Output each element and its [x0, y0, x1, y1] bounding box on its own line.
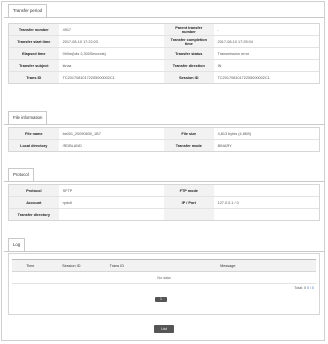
total-count: Total: 0 0 / 0 — [294, 286, 314, 290]
column-header: Time — [12, 259, 49, 272]
tab-file-information[interactable]: File information — [8, 111, 48, 124]
field-value: bs001_20090830_1B7 — [58, 128, 164, 140]
divider — [4, 181, 324, 182]
field-value: 0h0m(lots 2,300Seconds) — [58, 47, 164, 60]
field-label: Local directory — [9, 139, 59, 151]
info-row: Transfer subject kinaz Transfer direction I… — [9, 59, 319, 72]
field-value: BINARY — [217, 143, 232, 148]
field-value: kinaz — [58, 59, 164, 72]
info-row: Transfer number 4917 Parent transfer numbe… — [9, 24, 319, 36]
field-value: rpdctl — [58, 196, 164, 209]
field-value: TC20170810172205000002C1 — [217, 75, 270, 80]
tab-transfer-period[interactable]: Transfer period — [8, 4, 47, 17]
log-table: Time Session ID Trans ID Message No data — [12, 259, 316, 284]
protocol-panel: Protocol SFTP FTP mode Account rpdctl IP / Po… — [8, 184, 320, 221]
field-value: 127.0.0.1 / 0 — [213, 196, 319, 209]
field-label — [163, 208, 214, 220]
field-label: Transfer subject — [9, 59, 59, 72]
list-button[interactable]: List — [154, 325, 174, 333]
field-label: Transfer direction — [163, 59, 214, 72]
field-label: Protocol — [9, 185, 59, 197]
field-value: 2017-08-10 17:25:04 — [213, 35, 319, 48]
file-information-panel: File name bs001_20090830_1B7 File size 4,81… — [8, 127, 320, 152]
divider — [4, 251, 324, 252]
field-label: Trans ID — [9, 71, 59, 83]
column-header: Trans ID — [94, 259, 140, 272]
field-label: Session ID — [163, 71, 214, 83]
divider — [4, 17, 324, 18]
field-label: Transfer directory — [9, 208, 59, 220]
field-value: 4917 — [58, 24, 164, 36]
transfer-period-panel: Transfer number 4917 Parent transfer numbe… — [8, 23, 320, 84]
field-label: Transfer number — [9, 24, 59, 36]
field-label: File name — [9, 128, 59, 140]
field-value — [59, 209, 164, 221]
column-header: Message — [139, 259, 316, 272]
field-value: /RDBLAND — [62, 143, 82, 148]
info-row: Local directory/RDBLAND Transfer mode BINA… — [9, 139, 319, 151]
field-label: Parent transfer number — [163, 24, 214, 36]
field-value: SFTP — [58, 185, 164, 197]
field-label: FTP mode — [163, 185, 214, 197]
info-row: Account rpdctl IP / Port 127.0.0.1 / 0 — [9, 196, 319, 209]
field-value: 4,813 bytes (4.8KB) — [213, 128, 319, 140]
field-value: IN — [213, 59, 319, 72]
field-label: Transfer completion time — [163, 35, 214, 48]
tab-protocol[interactable]: Protocol — [8, 168, 34, 181]
field-value — [213, 185, 319, 197]
total-value: 0 / 0 — [307, 286, 314, 290]
tab-log[interactable]: Log — [8, 238, 26, 251]
info-row: File name bs001_20090830_1B7 File size 4,81… — [9, 128, 319, 140]
field-value: TC20170810172205000002C1 — [62, 75, 115, 80]
pager-button[interactable]: 1 — [155, 297, 167, 302]
field-label: File size — [163, 128, 214, 140]
info-row: Transfer start time 2017-08-10 17:22:03 Tr… — [9, 35, 319, 48]
field-label: Transfer status — [163, 47, 214, 60]
field-value: - — [213, 24, 319, 36]
info-row: Elapsed time 0h0m(lots 2,300Seconds) Trans… — [9, 47, 319, 60]
total-label: Total: 0 — [294, 286, 306, 290]
info-row: Protocol SFTP FTP mode — [9, 185, 319, 197]
divider — [4, 124, 324, 125]
field-label: IP / Port — [163, 196, 214, 209]
field-label: Account — [9, 196, 59, 209]
column-header: Session ID — [48, 259, 95, 272]
field-label: Transfer mode — [163, 139, 214, 151]
pager-label: 1 — [160, 297, 162, 301]
field-value: Transmission error — [213, 47, 319, 60]
field-label: Transfer start time — [9, 35, 59, 48]
field-value: 2017-08-10 17:22:03 — [58, 35, 164, 48]
field-value — [214, 209, 319, 221]
info-row: Trans ID TC20170810172205000002C1 Session … — [9, 71, 319, 83]
log-empty-text: No data — [12, 271, 316, 284]
info-row: Transfer directory — [9, 208, 319, 221]
field-label: Elapsed time — [9, 47, 59, 60]
